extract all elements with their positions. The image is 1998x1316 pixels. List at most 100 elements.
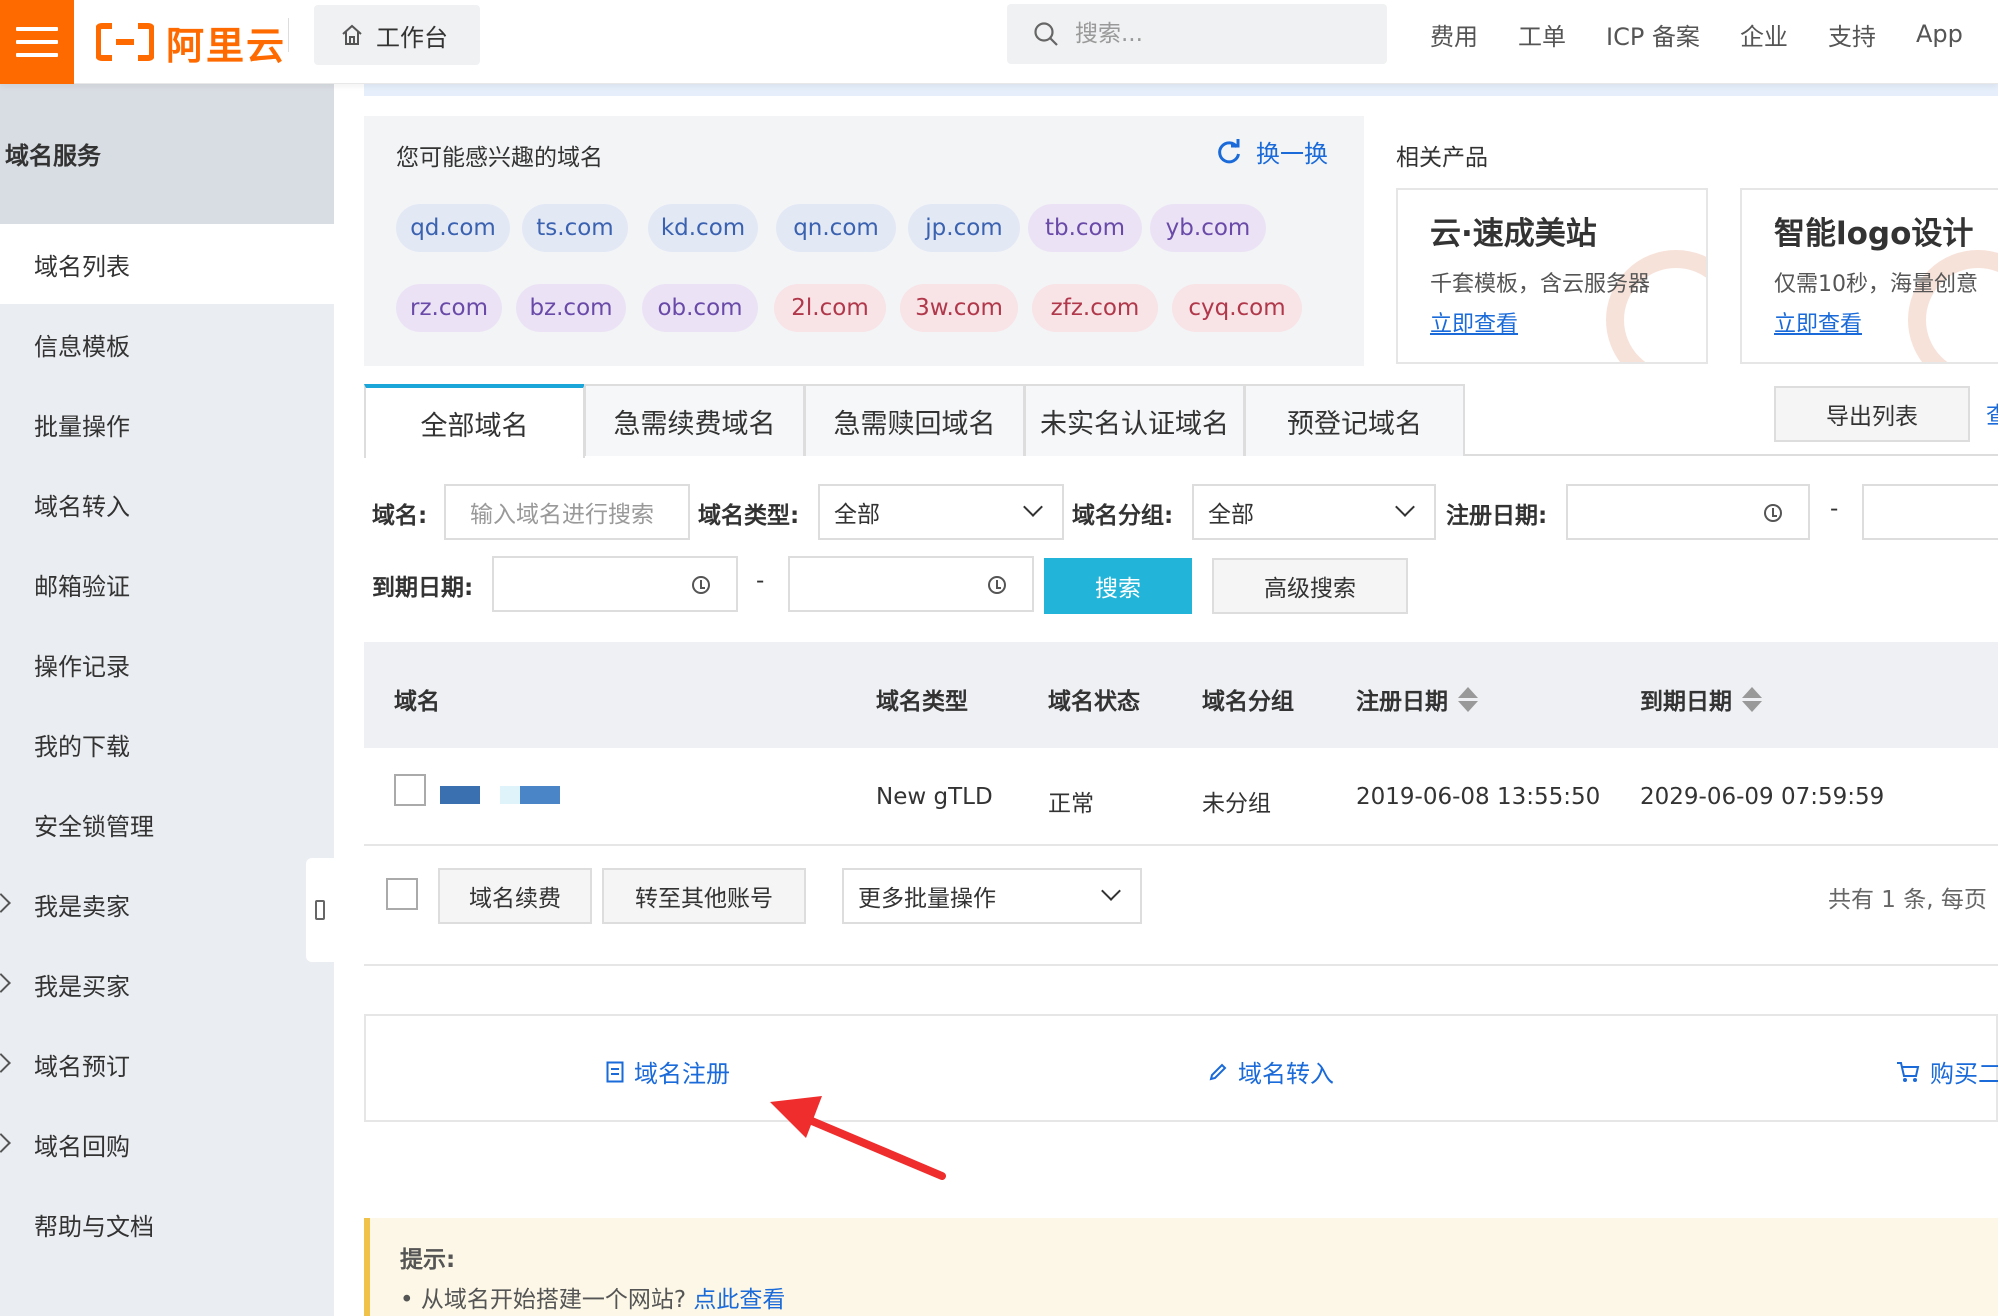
sidebar-collapse-toggle[interactable]: [306, 858, 334, 962]
sort-icon[interactable]: [1742, 686, 1762, 712]
tab-renew-needed[interactable]: 急需续费域名: [584, 384, 805, 456]
buy-secondhand-link[interactable]: 购买二: [1896, 1054, 1998, 1089]
transfer-account-button[interactable]: 转至其他账号: [602, 868, 806, 924]
advanced-search-button[interactable]: 高级搜索: [1212, 558, 1408, 614]
sidebar-item-buyer[interactable]: 我是买家: [0, 944, 334, 1024]
transfer-in-link[interactable]: 域名转入: [1208, 1054, 1334, 1089]
exp-date-start-input[interactable]: [492, 556, 738, 612]
sidebar-item-label: 操作记录: [34, 652, 130, 681]
domain-chip[interactable]: bz.com: [516, 284, 626, 332]
promo-title: 云·速成美站: [1430, 216, 1597, 252]
promo-card-website[interactable]: 云·速成美站 千套模板，含云服务器 立即查看: [1396, 188, 1708, 364]
sidebar-item-batch[interactable]: 批量操作: [0, 384, 334, 464]
domain-chip[interactable]: 3w.com: [900, 284, 1018, 332]
notice-bar: [364, 84, 1998, 96]
domain-search-input[interactable]: 输入域名进行搜索: [444, 484, 690, 540]
toolbar-link[interactable]: 查: [1986, 396, 1998, 430]
domain-chip[interactable]: ts.com: [522, 204, 628, 252]
domain-chip[interactable]: jp.com: [908, 204, 1020, 252]
tab-redeem-needed[interactable]: 急需赎回域名: [804, 384, 1025, 456]
promo-link[interactable]: 立即查看: [1430, 306, 1518, 338]
sidebar-title: 域名服务: [0, 84, 334, 224]
domain-chip[interactable]: zfz.com: [1032, 284, 1158, 332]
col-type: 域名类型: [876, 689, 968, 715]
reg-date-start-input[interactable]: [1566, 484, 1810, 540]
promo-link[interactable]: 立即查看: [1774, 306, 1862, 338]
promo-card-logo[interactable]: 智能logo设计 仅需10秒，海量创意 立即查看: [1740, 188, 1998, 364]
sidebar-item-seller[interactable]: 我是卖家: [0, 864, 334, 944]
sidebar-item-help[interactable]: 帮助与文档: [0, 1184, 334, 1264]
workbench-button[interactable]: 工作台: [314, 5, 480, 65]
sidebar-item-label: 安全锁管理: [34, 812, 154, 841]
domain-chip[interactable]: 2l.com: [774, 284, 886, 332]
sidebar-item-reserve[interactable]: 域名预订: [0, 1024, 334, 1104]
domain-group-select[interactable]: 全部: [1192, 484, 1436, 540]
cell-exp-date: 2029-06-09 07:59:59: [1640, 784, 1885, 810]
nav-app[interactable]: App: [1916, 20, 1963, 48]
sidebar-item-label: 域名转入: [34, 492, 130, 521]
sidebar-item-label: 域名回购: [34, 1132, 130, 1161]
select-all-checkbox[interactable]: [386, 878, 418, 910]
nav-enterprise[interactable]: 企业: [1740, 17, 1788, 52]
related-products-title: 相关产品: [1396, 145, 1488, 171]
exp-date-end-input[interactable]: [788, 556, 1034, 612]
sidebar-item-label: 我是卖家: [34, 892, 130, 921]
tip-link[interactable]: 点此查看: [693, 1287, 785, 1313]
red-arrow-annotation: [770, 1096, 946, 1180]
clock-icon: [1764, 504, 1782, 522]
aliyun-logo[interactable]: 阿里云: [96, 14, 286, 70]
refresh-button[interactable]: 换一换: [1216, 134, 1328, 169]
domain-chip[interactable]: qn.com: [776, 204, 896, 252]
sidebar-item-info-template[interactable]: 信息模板: [0, 304, 334, 384]
nav-icp[interactable]: ICP 备案: [1606, 17, 1700, 52]
nav-fees[interactable]: 费用: [1430, 17, 1478, 52]
domain-chip[interactable]: yb.com: [1150, 204, 1266, 252]
domain-chip[interactable]: kd.com: [648, 204, 758, 252]
chevron-down-icon: [1395, 497, 1415, 517]
promo-title: 智能logo设计: [1774, 216, 1974, 252]
domain-chip[interactable]: qd.com: [396, 204, 510, 252]
search-input[interactable]: [1075, 21, 1375, 47]
col-exp-date[interactable]: 到期日期: [1640, 682, 1762, 716]
tab-all-domains[interactable]: 全部域名: [364, 384, 585, 458]
register-domain-link[interactable]: 域名注册: [606, 1054, 730, 1089]
domain-chip[interactable]: tb.com: [1028, 204, 1142, 252]
chevron-right-icon: [0, 1133, 11, 1153]
clock-icon: [692, 576, 710, 594]
sidebar-item-label: 帮助与文档: [34, 1212, 154, 1241]
col-reg-date[interactable]: 注册日期: [1356, 682, 1478, 716]
nav-tickets[interactable]: 工单: [1518, 17, 1566, 52]
sidebar-item-downloads[interactable]: 我的下载: [0, 704, 334, 784]
tab-preregistered[interactable]: 预登记域名: [1244, 384, 1465, 456]
top-nav: 费用 工单 ICP 备案 企业 支持 App: [1430, 0, 1963, 68]
edit-icon: [1209, 1063, 1227, 1080]
domain-chip[interactable]: rz.com: [396, 284, 502, 332]
sidebar-item-transfer-in[interactable]: 域名转入: [0, 464, 334, 544]
global-search[interactable]: [1007, 4, 1387, 64]
domain-type-select[interactable]: 全部: [818, 484, 1064, 540]
sidebar-item-email-verify[interactable]: 邮箱验证: [0, 544, 334, 624]
domain-chip[interactable]: cyq.com: [1172, 284, 1302, 332]
menu-icon[interactable]: [0, 0, 74, 84]
nav-support[interactable]: 支持: [1828, 17, 1876, 52]
row-checkbox[interactable]: [394, 774, 426, 806]
chevron-right-icon: [0, 973, 11, 993]
more-batch-select[interactable]: 更多批量操作: [842, 868, 1142, 924]
domain-chip[interactable]: ob.com: [642, 284, 758, 332]
domain-type-value: 全部: [834, 502, 880, 528]
promo-desc: 千套模板，含云服务器: [1430, 272, 1651, 297]
reg-date-end-input[interactable]: [1862, 484, 1998, 540]
sidebar-item-buyback[interactable]: 域名回购: [0, 1104, 334, 1184]
document-icon: [606, 1061, 624, 1082]
renew-button[interactable]: 域名续费: [438, 868, 592, 924]
tab-unverified[interactable]: 未实名认证域名: [1024, 384, 1245, 456]
exp-date-label: 到期日期:: [372, 575, 474, 601]
sidebar-item-domain-list[interactable]: 域名列表: [0, 224, 334, 304]
export-list-button[interactable]: 导出列表: [1774, 386, 1970, 442]
sort-icon[interactable]: [1458, 686, 1478, 712]
search-button[interactable]: 搜索: [1044, 558, 1192, 614]
date-range-dash: -: [1830, 496, 1839, 522]
tip-title: 提示:: [400, 1247, 456, 1273]
sidebar-item-security-lock[interactable]: 安全锁管理: [0, 784, 334, 864]
sidebar-item-op-log[interactable]: 操作记录: [0, 624, 334, 704]
